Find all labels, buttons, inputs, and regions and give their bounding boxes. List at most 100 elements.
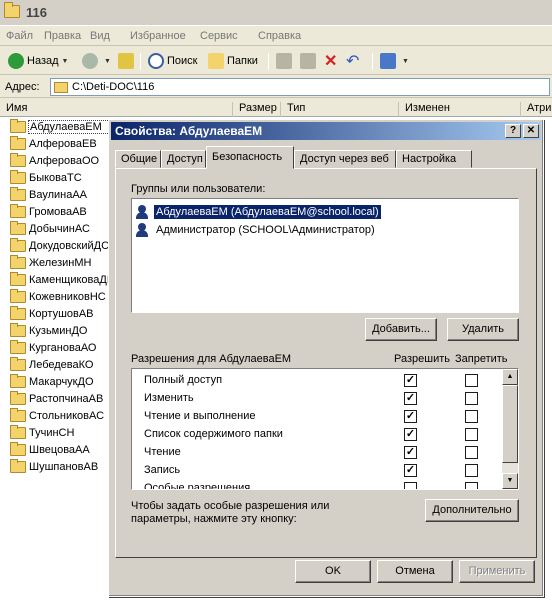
permission-name: Запись xyxy=(144,464,181,476)
scroll-up-icon[interactable]: ▲ xyxy=(502,369,518,385)
deny-column-header: Запретить xyxy=(455,353,508,365)
cancel-button[interactable]: Отмена xyxy=(377,560,453,583)
deny-checkbox[interactable] xyxy=(465,482,478,489)
deny-checkbox[interactable] xyxy=(465,392,478,405)
column-modified[interactable]: Изменен xyxy=(399,102,521,117)
list-item[interactable]: АлфероваЕВ xyxy=(10,136,113,152)
allow-checkbox[interactable]: ✓ xyxy=(404,446,417,459)
menu-edit[interactable]: Правка xyxy=(44,30,81,42)
user-row[interactable]: Администратор (SCHOOL\Администратор) xyxy=(136,221,514,239)
tab-general[interactable]: Общие xyxy=(115,150,161,168)
search-button[interactable]: Поиск xyxy=(148,51,197,71)
folders-button[interactable]: Папки xyxy=(208,51,258,71)
list-item[interactable]: ВаулинаАА xyxy=(10,187,113,203)
list-item[interactable]: КаменщиковаДГ xyxy=(10,272,113,288)
move-to-button[interactable] xyxy=(276,51,295,71)
list-item[interactable]: ЛебедеваКО xyxy=(10,357,113,373)
folder-name: КожевниковНС xyxy=(29,291,106,303)
folder-icon xyxy=(10,408,26,422)
allow-checkbox[interactable]: ✓ xyxy=(404,392,417,405)
list-item[interactable]: ШвецоваАА xyxy=(10,442,113,458)
list-item[interactable]: ДобычинАС xyxy=(10,221,113,237)
folder-icon xyxy=(10,306,26,320)
folder-name: РастопчинаАВ xyxy=(29,393,104,405)
list-item[interactable]: ЖелезинМН xyxy=(10,255,113,271)
deny-checkbox[interactable] xyxy=(465,464,478,477)
list-item[interactable]: ТучинСН xyxy=(10,425,113,441)
deny-checkbox[interactable] xyxy=(465,374,478,387)
copy-icon xyxy=(300,53,316,69)
tab-sharing[interactable]: Доступ xyxy=(161,150,206,168)
column-name[interactable]: Имя xyxy=(0,102,233,117)
apply-button[interactable]: Применить xyxy=(459,560,535,583)
scroll-down-icon[interactable]: ▼ xyxy=(502,473,518,489)
tab-web-sharing[interactable]: Доступ через веб xyxy=(294,150,396,168)
user-icon xyxy=(136,223,150,237)
menu-favorites[interactable]: Избранное xyxy=(130,30,186,42)
allow-checkbox[interactable]: ✓ xyxy=(404,428,417,441)
allow-checkbox[interactable]: ✓ xyxy=(404,464,417,477)
users-list[interactable]: АбдулаеваЕМ (АбдулаеваЕМ@school.local) А… xyxy=(131,198,519,313)
scroll-thumb[interactable] xyxy=(502,385,518,463)
list-item[interactable]: АбдулаеваЕМ xyxy=(10,119,114,135)
list-item[interactable]: ДокудовскийДС xyxy=(10,238,113,254)
list-item[interactable]: ГромоваАВ xyxy=(10,204,113,220)
deny-checkbox[interactable] xyxy=(465,446,478,459)
folder-icon xyxy=(10,221,26,235)
menu-help[interactable]: Справка xyxy=(258,30,301,42)
column-attributes[interactable]: Атри xyxy=(521,102,552,117)
folder-name: ШвецоваАА xyxy=(29,444,90,456)
folder-icon xyxy=(10,153,26,167)
list-item[interactable]: ШушпановАВ xyxy=(10,459,113,475)
remove-button[interactable]: Удалить xyxy=(447,318,519,341)
allow-checkbox[interactable] xyxy=(404,482,417,489)
tab-customize[interactable]: Настройка xyxy=(396,150,472,168)
user-row[interactable]: АбдулаеваЕМ (АбдулаеваЕМ@school.local) xyxy=(136,203,514,221)
list-item[interactable]: КузьминДО xyxy=(10,323,113,339)
permissions-scrollbar[interactable]: ▲ ▼ xyxy=(502,369,518,489)
dropdown-arrow-icon: ▼ xyxy=(104,57,111,65)
advanced-button[interactable]: Дополнительно xyxy=(425,499,519,522)
list-item[interactable]: СтольниковАС xyxy=(10,408,113,424)
menu-file[interactable]: Файл xyxy=(6,30,33,42)
list-item[interactable]: МакарчукДО xyxy=(10,374,113,390)
views-button[interactable]: ▼ xyxy=(380,51,409,71)
permission-name: Особые разрешения xyxy=(144,482,251,490)
menu-view[interactable]: Вид xyxy=(90,30,110,42)
up-button[interactable] xyxy=(118,51,137,71)
list-item[interactable]: АлфероваОО xyxy=(10,153,113,169)
help-button[interactable]: ? xyxy=(505,124,521,138)
close-button[interactable]: ✕ xyxy=(523,124,539,138)
explorer-title: 116 xyxy=(26,5,47,20)
explorer-title-bar: 116 xyxy=(0,0,552,26)
copy-to-button[interactable] xyxy=(300,51,319,71)
deny-checkbox[interactable] xyxy=(465,410,478,423)
folder-icon xyxy=(10,323,26,337)
column-type[interactable]: Тип xyxy=(281,102,399,117)
folder-icon xyxy=(10,442,26,456)
folder-icon xyxy=(10,459,26,473)
menu-tools[interactable]: Сервис xyxy=(200,30,238,42)
tab-security[interactable]: Безопасность xyxy=(206,146,294,169)
list-item[interactable]: БыковаТС xyxy=(10,170,113,186)
delete-x-icon: ✕ xyxy=(324,53,338,70)
undo-button[interactable]: ↶ xyxy=(346,51,359,71)
delete-button[interactable]: ✕ xyxy=(324,51,337,71)
search-label: Поиск xyxy=(167,55,198,67)
address-input[interactable]: C:\Deti-DOC\116 xyxy=(50,78,550,96)
ok-button[interactable]: OK xyxy=(295,560,371,583)
folder-name: ДокудовскийДС xyxy=(29,240,110,252)
deny-checkbox[interactable] xyxy=(465,428,478,441)
add-button[interactable]: Добавить... xyxy=(365,318,437,341)
list-item[interactable]: РастопчинаАВ xyxy=(10,391,113,407)
list-item[interactable]: КортушовАВ xyxy=(10,306,113,322)
folder-icon xyxy=(10,238,26,252)
back-button[interactable]: Назад ▼ xyxy=(8,51,68,71)
permissions-label: Разрешения для АбдулаеваЕМ xyxy=(131,353,292,365)
allow-checkbox[interactable]: ✓ xyxy=(404,374,417,387)
list-item[interactable]: КожевниковНС xyxy=(10,289,113,305)
list-item[interactable]: КургановаАО xyxy=(10,340,113,356)
allow-checkbox[interactable]: ✓ xyxy=(404,410,417,423)
column-size[interactable]: Размер xyxy=(233,102,281,117)
forward-button[interactable]: ▼ xyxy=(82,51,111,71)
